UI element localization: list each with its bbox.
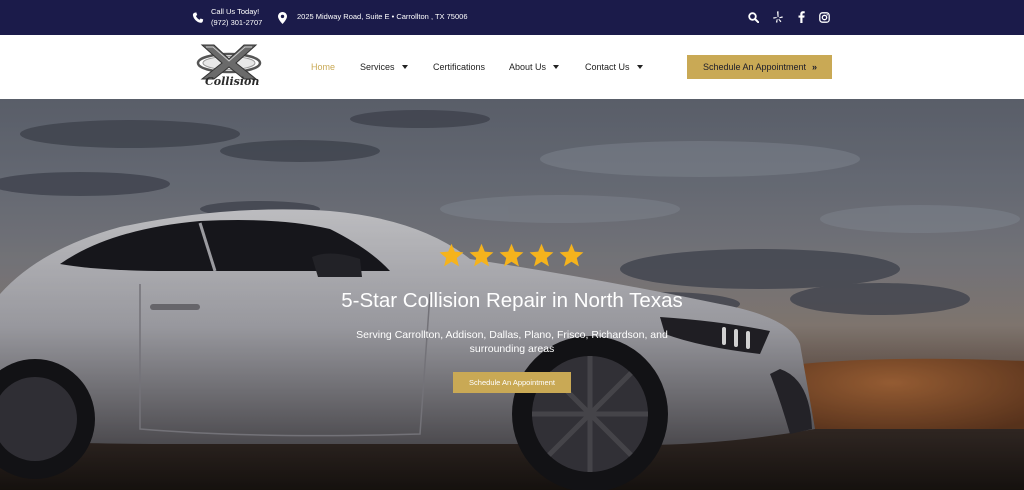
nav-item-label: Services [360,62,395,72]
nav-item-label: Contact Us [585,62,630,72]
star-icon [439,243,464,267]
star-icon [559,243,584,267]
five-star-rating [438,242,585,269]
hero-schedule-appointment-button[interactable]: Schedule An Appointment [453,372,571,393]
hero-title: 5-Star Collision Repair in North Texas [341,289,683,312]
nav-item-label: Certifications [433,62,486,72]
call-us-label: Call Us Today! [211,7,260,16]
search-icon[interactable] [747,11,759,23]
hero-section: 5-Star Collision Repair in North Texas S… [0,99,1024,490]
nav-item-contact-us[interactable]: Contact Us [585,62,643,72]
button-label: Schedule An Appointment [702,62,807,72]
map-pin-icon [278,11,287,24]
address-link[interactable]: 2025 Midway Road, Suite E • Carrollton ,… [297,12,468,22]
phone-number-link[interactable]: (972) 301-2707 [211,18,262,27]
top-bar: Call Us Today! (972) 301-2707 2025 Midwa… [0,0,1024,35]
double-chevron-right-icon: » [812,62,817,72]
nav-item-certifications[interactable]: Certifications [433,62,485,72]
caret-down-icon [401,65,408,69]
hero-subtitle: Serving Carrollton, Addison, Dallas, Pla… [356,329,668,355]
nav-item-label: Home [311,62,336,72]
star-icon [469,243,494,267]
nav-item-services[interactable]: Services [360,62,408,72]
caret-down-icon [636,65,643,69]
main-navigation: Collision Home Services Certifications A… [0,35,1024,99]
instagram-icon[interactable] [818,11,830,23]
nav-item-home[interactable]: Home [311,62,335,72]
yelp-icon[interactable] [772,11,784,23]
schedule-appointment-button[interactable]: Schedule An Appointment » [687,55,832,79]
logo-wordmark: Collision [205,75,260,88]
star-icon [529,243,554,267]
phone-icon [192,11,204,23]
star-icon [499,243,524,267]
nav-item-about-us[interactable]: About Us [509,62,560,72]
facebook-icon[interactable] [795,11,807,23]
nav-item-label: About Us [509,62,547,72]
caret-down-icon [553,65,560,69]
